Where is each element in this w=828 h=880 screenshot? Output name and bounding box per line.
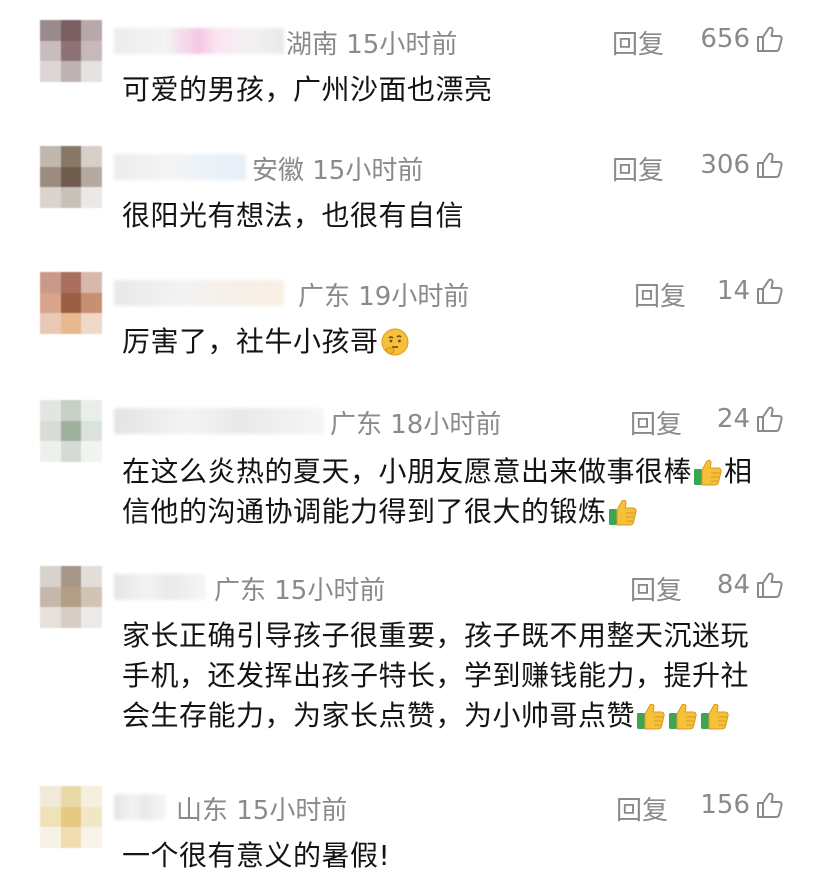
reply-button[interactable]: 回复 xyxy=(634,276,686,313)
username-blurred[interactable] xyxy=(114,28,284,54)
comment-line: 会生存能力，为家长点赞，为小帅哥点赞 xyxy=(122,699,636,732)
like-button[interactable]: 24 xyxy=(717,404,784,434)
thumbs-up-emoji xyxy=(636,701,666,731)
avatar[interactable] xyxy=(40,786,102,848)
thumbs-up-outline-icon xyxy=(754,276,784,306)
comment-meta: 安徽 15小时前 xyxy=(252,156,424,186)
avatar[interactable] xyxy=(40,566,102,628)
comment-line: 很阳光有想法，也很有自信 xyxy=(122,199,465,232)
like-count: 306 xyxy=(700,150,750,180)
comment-line: 家长正确引导孩子很重要，孩子既不用整天沉迷玩 xyxy=(122,619,750,652)
comment-meta: 广东 19小时前 xyxy=(298,282,470,312)
like-button[interactable]: 84 xyxy=(717,570,784,600)
comment-text: 可爱的男孩，广州沙面也漂亮 xyxy=(122,70,787,110)
like-button[interactable]: 656 xyxy=(700,24,784,54)
comment-text: 很阳光有想法，也很有自信 xyxy=(122,196,787,236)
like-count: 156 xyxy=(700,790,750,820)
thumbs-up-outline-icon xyxy=(754,24,784,54)
comment-text: 厉害了，社牛小孩哥 xyxy=(122,322,787,362)
comment-meta: 广东 15小时前 xyxy=(214,576,386,606)
reply-button[interactable]: 回复 xyxy=(612,150,664,187)
username-blurred[interactable] xyxy=(114,408,324,434)
like-button[interactable]: 156 xyxy=(700,790,784,820)
thumbs-up-emoji xyxy=(700,701,730,731)
like-button[interactable]: 306 xyxy=(700,150,784,180)
comment-line: 信他的沟通协调能力得到了很大的锻炼 xyxy=(122,495,607,528)
thumbs-up-outline-icon xyxy=(754,570,784,600)
reply-button[interactable]: 回复 xyxy=(612,24,664,61)
comment-line: 可爱的男孩，广州沙面也漂亮 xyxy=(122,73,493,106)
avatar[interactable] xyxy=(40,400,102,462)
like-count: 24 xyxy=(716,404,750,434)
comment-meta: 山东 15小时前 xyxy=(176,796,348,826)
comment-text: 家长正确引导孩子很重要，孩子既不用整天沉迷玩 手机，还发挥出孩子特长，学到赚钱能… xyxy=(122,616,787,736)
username-blurred[interactable] xyxy=(114,574,206,600)
username-blurred[interactable] xyxy=(114,794,166,820)
like-count: 656 xyxy=(700,24,750,54)
comment-line: 一个很有意义的暑假! xyxy=(122,839,391,872)
avatar[interactable] xyxy=(40,146,102,208)
avatar[interactable] xyxy=(40,272,102,334)
thumbs-up-outline-icon xyxy=(754,150,784,180)
like-button[interactable]: 14 xyxy=(717,276,784,306)
thumbs-up-outline-icon xyxy=(754,404,784,434)
thinking-face-emoji xyxy=(380,327,410,357)
reply-button[interactable]: 回复 xyxy=(630,570,682,607)
thumbs-up-emoji xyxy=(668,701,698,731)
username-blurred[interactable] xyxy=(114,154,246,180)
thumbs-up-emoji xyxy=(608,497,638,527)
reply-button[interactable]: 回复 xyxy=(616,790,668,827)
comment-text: 在这么炎热的夏天，小朋友愿意出来做事很棒相 信他的沟通协调能力得到了很大的锻炼 xyxy=(122,452,787,532)
comment-line: 在这么炎热的夏天，小朋友愿意出来做事很棒 xyxy=(122,455,693,488)
comment-meta: 湖南 15小时前 xyxy=(286,30,458,60)
comment-line: 手机，还发挥出孩子特长，学到赚钱能力，提升社 xyxy=(122,659,750,692)
comment-line: 厉害了，社牛小孩哥 xyxy=(122,325,379,358)
comment-line: 相 xyxy=(724,455,753,488)
like-count: 14 xyxy=(716,276,750,306)
avatar[interactable] xyxy=(40,20,102,82)
comment-meta: 广东 18小时前 xyxy=(330,410,502,440)
thumbs-up-outline-icon xyxy=(754,790,784,820)
username-blurred[interactable] xyxy=(114,280,284,306)
like-count: 84 xyxy=(716,570,750,600)
reply-button[interactable]: 回复 xyxy=(630,404,682,441)
comment-text: 一个很有意义的暑假! xyxy=(122,836,787,876)
thumbs-up-emoji xyxy=(693,457,723,487)
